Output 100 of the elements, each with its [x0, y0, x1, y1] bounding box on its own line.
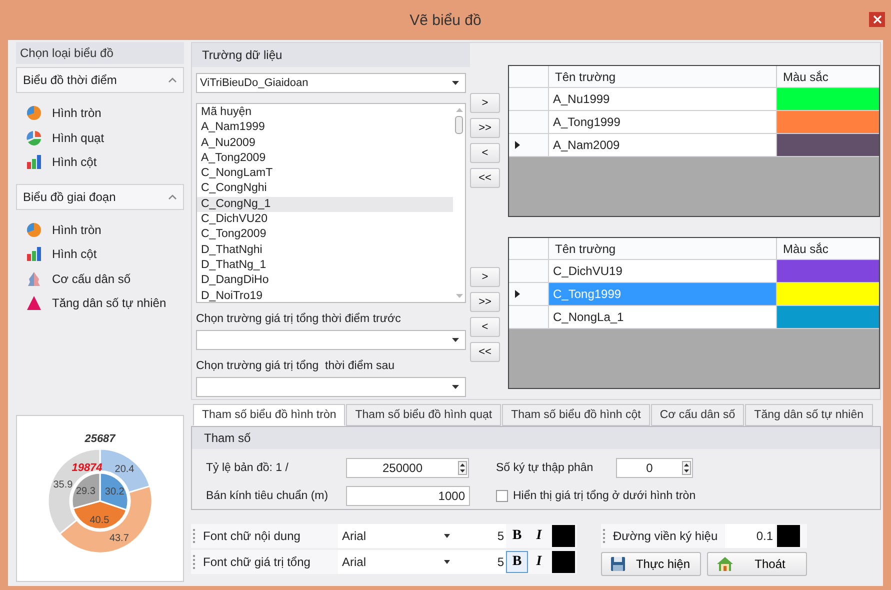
field-label: Số ký tự thập phân [496, 462, 594, 474]
annotation: 19874 [72, 462, 102, 474]
chart-type-item[interactable]: Tăng dân số tự nhiên [26, 291, 184, 316]
population-pyramid-icon [26, 270, 42, 287]
data-label: 40.5 [90, 514, 110, 526]
triangle-icon [26, 295, 42, 312]
data-label: 29.3 [76, 486, 96, 497]
color-swatch[interactable] [777, 88, 879, 110]
move-button[interactable]: >> [470, 118, 500, 138]
pie-chart-icon [26, 130, 42, 146]
group-header[interactable]: Biểu đồ thời điểm [16, 67, 184, 93]
font-label: Font chữ giá trị tổng [203, 555, 312, 569]
spinner-arrows-icon [682, 461, 691, 475]
table-cell[interactable]: A_Tong1999 [549, 111, 777, 133]
move-button[interactable]: > [470, 93, 500, 113]
house-icon [716, 556, 734, 572]
field-label: Bán kính tiêu chuẩn (m) [206, 490, 330, 502]
font-size-field[interactable]: 5 [456, 524, 506, 548]
pie-chart-icon [26, 105, 42, 122]
move-button[interactable]: << [470, 168, 500, 188]
list-item[interactable]: C_CongNg_1 [197, 196, 453, 212]
move-button[interactable]: >> [470, 292, 500, 312]
scroll-down-icon[interactable] [456, 294, 462, 298]
move-button[interactable]: > [470, 267, 500, 287]
chart-type-item[interactable]: Hình cột [26, 150, 184, 174]
source-dropdown[interactable]: ViTriBieuDo_Giaidoan [196, 73, 466, 93]
spinner-arrows-icon [458, 461, 467, 475]
tab[interactable]: Tham số biểu đồ hình cột [502, 404, 650, 426]
list-item[interactable]: A_Nam1999 [197, 120, 453, 136]
color-swatch[interactable] [777, 260, 879, 282]
table-cell[interactable]: C_NongLa_1 [549, 306, 777, 328]
dropdown-arrow-icon [444, 534, 450, 538]
font-label: Font chữ nội dung [203, 529, 302, 543]
bold-button[interactable]: B [506, 551, 528, 573]
table-cell[interactable]: A_Nu1999 [549, 88, 777, 110]
color-swatch[interactable] [777, 134, 879, 156]
field-label: Chọn trường giá trị tổng thời điểm sau [196, 360, 396, 372]
before-dropdown[interactable] [196, 330, 466, 350]
border-width-field[interactable]: 0.1 [725, 524, 775, 548]
table-cell[interactable]: C_DichVU19 [549, 260, 777, 282]
group-header[interactable]: Biểu đồ giai đoạn [16, 184, 184, 210]
move-button[interactable]: << [470, 342, 500, 362]
list-item[interactable]: D_NoiTro19 [197, 288, 453, 304]
list-item[interactable]: C_CongNghi [197, 181, 453, 197]
color-swatch[interactable] [777, 525, 800, 547]
pie-chart-icon [26, 222, 42, 238]
scroll-thumb[interactable] [455, 116, 463, 134]
chart-type-item[interactable]: Hình cột [26, 242, 184, 266]
list-item[interactable]: C_DichVU20 [197, 212, 453, 228]
chart-type-item[interactable]: Cơ cấu dân số [26, 266, 184, 291]
color-swatch[interactable] [777, 283, 879, 305]
font-size-field[interactable]: 5 [456, 550, 506, 574]
color-swatch[interactable] [777, 306, 879, 328]
list-item[interactable]: D_DangDiHo [197, 273, 453, 289]
scroll-up-icon[interactable] [456, 108, 462, 112]
run-button[interactable]: Thực hiện [601, 552, 701, 576]
list-item[interactable]: D_ThatNghi [197, 242, 453, 258]
tab[interactable]: Tăng dân số tự nhiên [745, 404, 873, 426]
color-swatch[interactable] [552, 551, 575, 573]
field-label: Chọn trường giá trị tổng thời điểm trước [196, 313, 402, 325]
bar-chart-icon [26, 154, 42, 170]
move-button[interactable]: < [470, 317, 500, 337]
list-item[interactable]: A_Nu2009 [197, 136, 453, 151]
font-dropdown[interactable]: Arial [338, 524, 456, 548]
list-item[interactable]: Mã huyện [197, 105, 453, 120]
row-header[interactable] [509, 134, 549, 156]
tab[interactable]: Tham số biểu đồ hình quạt [346, 404, 502, 426]
list-item[interactable]: A_Tong2009 [197, 150, 453, 166]
list-item[interactable]: C_Tong2009 [197, 227, 453, 243]
move-button[interactable]: < [470, 143, 500, 163]
dropdown-arrow-icon [444, 560, 450, 564]
chart-type-item[interactable]: Hình quạt [26, 126, 184, 150]
row-header[interactable] [509, 283, 549, 305]
window-title: Vẽ biểu đồ [410, 12, 482, 28]
section-header: Tham số [192, 427, 880, 449]
decimals-spinner[interactable]: 0 [616, 458, 693, 478]
tab[interactable]: Cơ cấu dân số [650, 404, 744, 426]
color-swatch[interactable] [777, 111, 879, 133]
panel-header: Chọn loại biểu đồ [16, 42, 184, 64]
list-item[interactable]: C_NongLamT [197, 166, 453, 182]
scale-spinner[interactable]: 250000 [346, 458, 469, 478]
list-item[interactable]: D_ThatNg_1 [197, 258, 453, 274]
chart-type-item[interactable]: Hình tròn [26, 218, 184, 242]
section-header: Trường dữ liệu [192, 43, 470, 67]
field-list[interactable]: Mã huyện A_Nam1999 A_Nu2009 A_Tong2009 C_NongLamT C_CongNghi C_CongNg_1 C_DichVU20 C_Tong2009 D_ThatNghi D_ThatNg_1 D_DangDiHo D_NoiTro19 [196, 103, 466, 303]
exit-button[interactable]: Thoát [707, 552, 807, 576]
font-dropdown[interactable]: Arial [338, 550, 456, 574]
after-dropdown[interactable] [196, 377, 466, 397]
dropdown-arrow-icon [452, 338, 459, 342]
data-label: 30.2 [104, 486, 124, 497]
column-header: Màu sắc [782, 240, 830, 258]
show-total-checkbox[interactable]: Hiển thị giá trị tổng ở dưới hình tròn [496, 490, 776, 502]
close-icon[interactable] [869, 12, 885, 27]
table-cell[interactable]: A_Nam2009 [549, 134, 777, 156]
radius-field[interactable]: 1000 [346, 486, 470, 506]
chart-title: 25687 [84, 432, 116, 444]
color-swatch[interactable] [552, 525, 575, 547]
tab[interactable]: Tham số biểu đồ hình tròn [193, 404, 346, 426]
chart-type-item[interactable]: Hình tròn [26, 101, 184, 126]
dropdown-arrow-icon [452, 385, 459, 389]
